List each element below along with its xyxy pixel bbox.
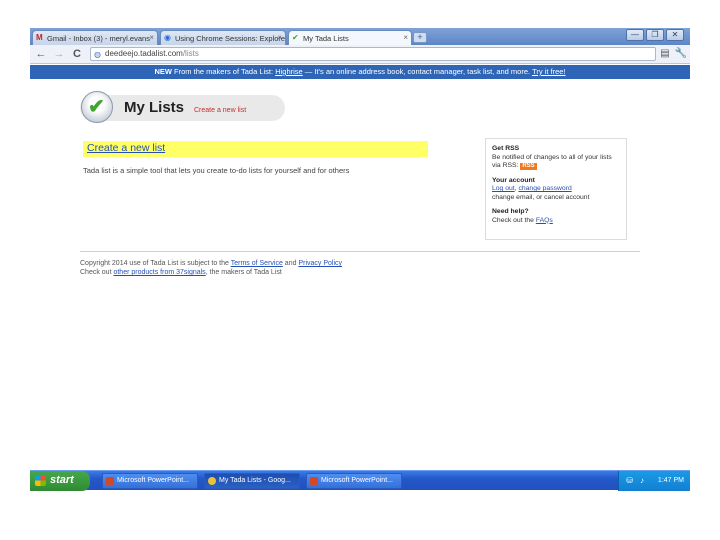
footer-checkout: Check out [80, 269, 114, 276]
volume-icon[interactable]: ♪ [636, 477, 644, 485]
account-links: Log out, change password [492, 185, 572, 192]
notice-text-after: — It's an online address book, contact m… [302, 67, 533, 76]
footer-makers: , the makers of Tada List [205, 269, 282, 276]
start-button[interactable]: start [30, 471, 90, 491]
checkmark-icon: ✔ [88, 96, 105, 118]
back-button[interactable]: ← [34, 47, 48, 61]
forward-button[interactable]: → [52, 47, 66, 61]
taskbar-item-powerpoint-2[interactable]: Microsoft PowerPoint... [306, 473, 402, 489]
powerpoint-icon [310, 477, 318, 485]
change-password-link[interactable]: change password [518, 185, 571, 192]
start-label: start [50, 474, 74, 486]
taskbar-item-powerpoint-1[interactable]: Microsoft PowerPoint... [102, 473, 198, 489]
try-free-link[interactable]: Try it free! [532, 67, 565, 76]
chrome-icon: ◉ [164, 33, 171, 42]
faqs-link[interactable]: FAQs [536, 217, 553, 224]
account-text: change email, or cancel account [492, 193, 590, 201]
account-sidebar: Get RSS Be notified of changes to all of… [485, 138, 627, 240]
chrome-icon [208, 477, 216, 485]
url-host: deedeejo.tadalist.com [105, 49, 183, 58]
url-path: /lists [182, 49, 199, 58]
tab-label: My Tada Lists [303, 34, 349, 43]
create-new-list-link[interactable]: Create a new list [87, 142, 165, 154]
tab-label: Gmail - Inbox (3) - meryl.evans [47, 34, 150, 43]
taskbar-item-chrome[interactable]: My Tada Lists - Goog... [204, 473, 300, 489]
windows-logo-icon [35, 475, 46, 486]
tab-tada-lists[interactable]: ✔ My Tada Lists × [288, 30, 412, 45]
footer-line-2: Check out other products from 37signals,… [80, 268, 640, 277]
rss-heading: Get RSS [492, 145, 520, 152]
browser-toolbar: ← → C ◍ deedeejo.tadalist.com/lists ▤ 🔧 [30, 45, 690, 64]
reload-button[interactable]: C [70, 47, 84, 61]
address-bar[interactable]: ◍ deedeejo.tadalist.com/lists [90, 47, 656, 61]
powerpoint-icon [106, 477, 114, 485]
page-title: My Lists [124, 99, 185, 116]
task-label: My Tada Lists - Goog... [219, 477, 291, 484]
footer-divider [80, 251, 640, 252]
other-products-link[interactable]: other products from 37signals [113, 269, 205, 276]
footer-and: and [282, 260, 299, 267]
tadalist-icon: ✔ [292, 33, 299, 42]
new-tab-button[interactable]: + [413, 32, 427, 43]
page-menu-icon[interactable]: ▤ [658, 47, 672, 61]
browser-window: M Gmail - Inbox (3) - meryl.evans × ◉ Us… [30, 28, 690, 80]
windows-taskbar: start Microsoft PowerPoint... My Tada Li… [30, 470, 690, 491]
clock: 1:47 PM [657, 477, 684, 484]
rss-icon[interactable]: RSS [520, 163, 537, 170]
logout-link[interactable]: Log out [492, 185, 515, 192]
privacy-link[interactable]: Privacy Policy [298, 260, 342, 267]
notice-prefix: NEW [154, 67, 172, 76]
close-window-button[interactable]: ✕ [666, 29, 684, 41]
gmail-icon: M [36, 33, 43, 42]
task-label: Microsoft PowerPoint... [117, 477, 189, 484]
close-tab-icon[interactable]: × [277, 33, 282, 42]
intro-description: Tada list is a simple tool that lets you… [83, 166, 350, 175]
globe-icon: ◍ [94, 50, 101, 59]
help-heading: Need help? [492, 208, 529, 215]
notice-text: From the makers of Tada List: [171, 67, 276, 76]
tab-strip: M Gmail - Inbox (3) - meryl.evans × ◉ Us… [30, 28, 690, 45]
minimize-button[interactable]: — [626, 29, 644, 41]
system-tray: ⛁ ♪ 1:47 PM [618, 471, 690, 491]
footer-copyright: Copyright 2014 use of Tada List is subje… [80, 260, 231, 267]
maximize-button[interactable]: ❐ [646, 29, 664, 41]
wrench-icon[interactable]: 🔧 [674, 47, 688, 61]
tab-gmail[interactable]: M Gmail - Inbox (3) - meryl.evans × [32, 30, 158, 45]
terms-link[interactable]: Terms of Service [231, 260, 283, 267]
rss-text: Be notified of changes to all of your li… [492, 153, 612, 170]
account-heading: Your account [492, 176, 535, 184]
rss-description: Be notified of changes to all of your li… [492, 154, 620, 171]
close-tab-icon[interactable]: × [403, 33, 408, 42]
promo-notice-bar: NEW From the makers of Tada List: Highri… [30, 65, 690, 79]
task-label: Microsoft PowerPoint... [321, 477, 393, 484]
highrise-link[interactable]: Highrise [275, 67, 303, 76]
network-icon[interactable]: ⛁ [625, 477, 633, 485]
close-tab-icon[interactable]: × [149, 33, 154, 42]
help-line: Check out the FAQs [492, 217, 620, 226]
page-footer: Copyright 2014 use of Tada List is subje… [80, 259, 640, 277]
tab-label: Using Chrome Sessions: Explore [175, 34, 286, 43]
help-text: Check out the [492, 216, 536, 224]
tab-chrome-sessions[interactable]: ◉ Using Chrome Sessions: Explore × [160, 30, 286, 45]
footer-line-1: Copyright 2014 use of Tada List is subje… [80, 259, 640, 268]
header-create-list-link[interactable]: Create a new list [194, 107, 246, 114]
